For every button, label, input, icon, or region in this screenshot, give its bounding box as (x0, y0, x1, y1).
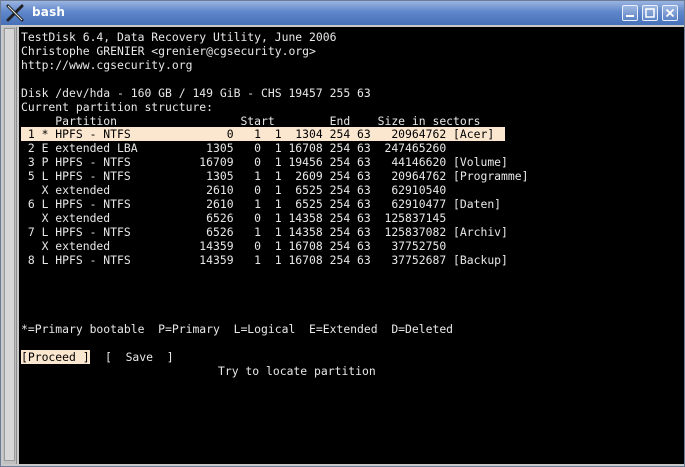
maximize-button[interactable] (642, 5, 658, 21)
title-bar[interactable]: bash (1, 1, 684, 25)
save-button[interactable]: [ Save ] (105, 350, 174, 364)
partition-row[interactable]: 6 L HPFS - NTFS 2610 1 1 6525 254 63 629… (21, 197, 505, 211)
minimize-icon (626, 15, 634, 17)
header-author-line: Christophe GRENIER <grenier@cgsecurity.o… (21, 44, 316, 58)
partition-row[interactable]: X extended 14359 0 1 16708 254 63 377527… (21, 239, 505, 253)
disk-info: Disk /dev/hda - 160 GB / 149 GiB - CHS 1… (21, 86, 371, 100)
minimize-button[interactable] (622, 5, 638, 21)
terminal-area[interactable]: TestDisk 6.4, Data Recovery Utility, Jun… (19, 27, 684, 464)
partition-row[interactable]: 1 * HPFS - NTFS 0 1 1 1304 254 63 209647… (21, 127, 505, 141)
close-button[interactable] (662, 5, 678, 21)
header-title-line: TestDisk 6.4, Data Recovery Utility, Jun… (21, 30, 337, 44)
maximize-icon (645, 8, 655, 18)
legend: *=Primary bootable P=Primary L=Logical E… (21, 322, 454, 336)
proceed-button[interactable]: [Proceed ] (21, 350, 90, 364)
table-header: Partition Start End Size in sectors (21, 114, 481, 128)
terminal-window: bash TestDisk 6.4, Data Recovery Utility… (0, 0, 685, 467)
partition-row[interactable]: 8 L HPFS - NTFS 14359 1 1 16708 254 63 3… (21, 253, 508, 267)
scrollbar-thumb[interactable] (4, 28, 15, 461)
partition-row[interactable]: 7 L HPFS - NTFS 6526 1 1 14358 254 63 12… (21, 225, 508, 239)
status-hint: Try to locate partition (218, 364, 376, 378)
partition-row[interactable]: X extended 6526 0 1 14358 254 63 1258371… (21, 211, 505, 225)
window-title: bash (32, 5, 66, 19)
partition-row[interactable]: 5 L HPFS - NTFS 1305 1 1 2609 254 63 209… (21, 169, 529, 183)
partition-row[interactable]: X extended 2610 0 1 6525 254 63 62910540 (21, 183, 505, 197)
scrollbar[interactable] (3, 27, 17, 464)
partition-row[interactable]: 2 E extended LBA 1305 0 1 16708 254 63 2… (21, 141, 505, 155)
close-icon (665, 8, 675, 18)
structure-label: Current partition structure: (21, 100, 214, 114)
x-icon[interactable] (6, 4, 24, 22)
header-url-line: http://www.cgsecurity.org (21, 58, 193, 72)
partition-row[interactable]: 3 P HPFS - NTFS 16709 0 1 19456 254 63 4… (21, 155, 508, 169)
